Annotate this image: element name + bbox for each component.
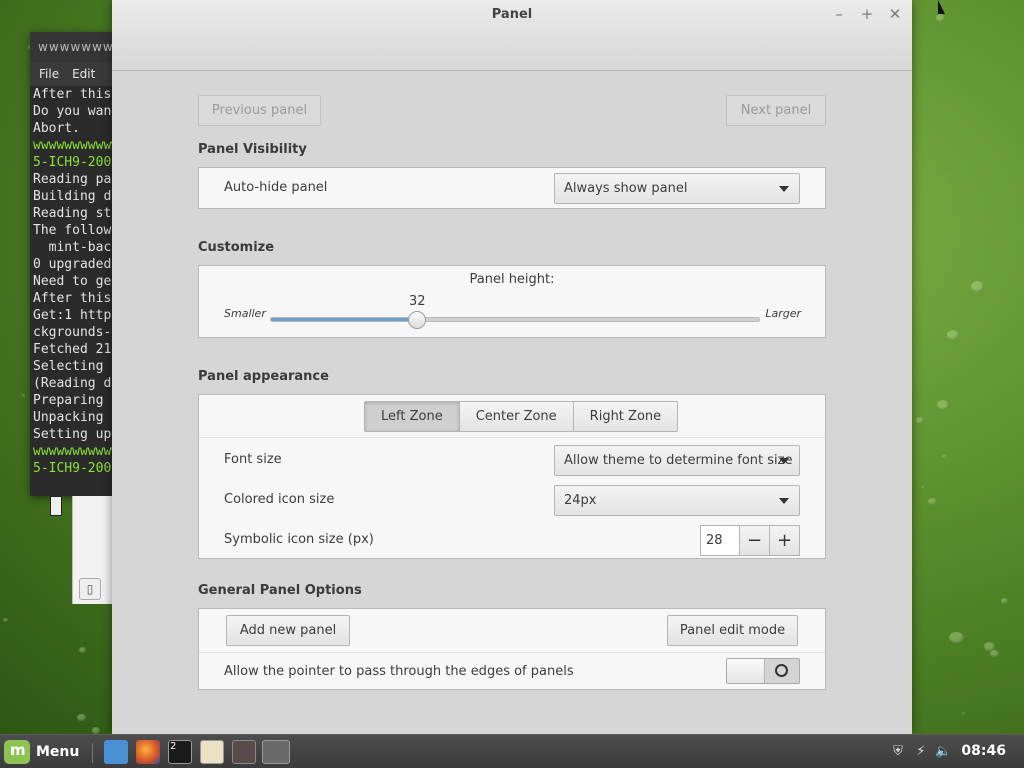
panel-settings-window: Panel – + ✕ Previous panel Next panel Pa… (112, 0, 912, 734)
close-icon[interactable]: ✕ (886, 4, 904, 24)
slider-max-label: Larger (765, 307, 801, 320)
terminal-cursor (50, 496, 62, 516)
symbolic-icon-size-stepper: 28 − + (700, 525, 800, 556)
volume-icon[interactable]: 🔈 (935, 743, 951, 760)
firefox-icon[interactable] (136, 740, 160, 764)
tab-right-zone[interactable]: Right Zone (572, 401, 679, 432)
panel-height-label: Panel height: (469, 272, 555, 287)
slider-min-label: Smaller (224, 307, 266, 320)
terminal-menu-edit[interactable]: Edit (72, 67, 95, 81)
window-list-item[interactable] (232, 740, 256, 764)
colored-icon-size-dropdown[interactable]: 24px (554, 485, 800, 516)
clock[interactable]: 08:46 (961, 743, 1006, 759)
customize-box: Panel height: 32 Smaller Larger (198, 265, 826, 338)
increment-button[interactable]: + (770, 525, 800, 556)
mouse-pointer-icon (938, 0, 945, 14)
colored-icon-size-label: Colored icon size (224, 492, 335, 507)
autohide-value: Always show panel (564, 181, 688, 196)
chevron-down-icon (779, 186, 789, 192)
pointer-pass-label: Allow the pointer to pass through the ed… (224, 664, 574, 679)
text-editor-icon[interactable] (200, 740, 224, 764)
minimize-icon[interactable]: – (830, 4, 848, 24)
settings-content: Previous panel Next panel Panel Visibili… (198, 95, 826, 690)
font-size-value: Allow theme to determine font size (564, 453, 793, 468)
panel-settings-task-icon[interactable] (262, 740, 290, 764)
appearance-box: Left Zone Center Zone Right Zone Font si… (198, 394, 826, 559)
network-icon[interactable]: ⚡ (913, 743, 929, 760)
autohide-dropdown[interactable]: Always show panel (554, 173, 800, 204)
font-size-label: Font size (224, 452, 282, 467)
section-heading-customize: Customize (198, 240, 275, 255)
menu-button[interactable]: Menu (4, 739, 79, 765)
slider-handle[interactable] (408, 311, 426, 329)
shield-icon[interactable]: ⛨ (890, 743, 906, 760)
tab-center-zone[interactable]: Center Zone (458, 401, 574, 432)
mint-logo-icon (4, 740, 30, 764)
panel-edit-mode-button[interactable]: Panel edit mode (667, 615, 798, 646)
divider (199, 652, 825, 653)
sidebar-toggle-icon[interactable]: ▯ (79, 578, 101, 600)
symbolic-icon-size-label: Symbolic icon size (px) (224, 532, 374, 547)
maximize-icon[interactable]: + (858, 4, 876, 24)
taskbar-separator (92, 743, 93, 763)
decrement-button[interactable]: − (740, 525, 770, 556)
autohide-label: Auto-hide panel (224, 180, 328, 195)
add-new-panel-button[interactable]: Add new panel (226, 615, 350, 646)
colored-icon-size-value: 24px (564, 493, 597, 508)
titlebar[interactable]: Panel – + ✕ (112, 0, 912, 71)
file-manager-window[interactable]: ▯ (72, 496, 113, 604)
panel-height-value: 32 (409, 294, 426, 309)
switch-handle (727, 659, 765, 683)
window-title: Panel (491, 7, 533, 22)
terminal-badge: 2 (170, 741, 177, 752)
section-heading-general: General Panel Options (198, 583, 362, 598)
zone-tabs: Left Zone Center Zone Right Zone (364, 401, 679, 432)
chevron-down-icon (779, 498, 789, 504)
general-box: Add new panel Panel edit mode Allow the … (198, 608, 826, 690)
chevron-down-icon (779, 458, 789, 464)
section-heading-appearance: Panel appearance (198, 369, 329, 384)
next-panel-button[interactable]: Next panel (726, 95, 826, 126)
previous-panel-button[interactable]: Previous panel (198, 95, 321, 126)
terminal-icon[interactable]: 2 (168, 740, 192, 764)
taskbar: Menu 2 ⛨ ⚡ 🔈 08:46 (0, 734, 1024, 768)
folder-icon[interactable] (104, 740, 128, 764)
tab-left-zone[interactable]: Left Zone (364, 401, 460, 432)
menu-label: Menu (36, 744, 80, 760)
font-size-dropdown[interactable]: Allow theme to determine font size (554, 445, 800, 476)
divider (199, 437, 825, 438)
panel-height-slider[interactable] (270, 317, 760, 322)
terminal-menu-file[interactable]: File (39, 67, 59, 81)
visibility-box: Auto-hide panel Always show panel (198, 167, 826, 209)
switch-off-icon (775, 664, 788, 677)
pointer-pass-switch[interactable] (726, 658, 800, 684)
slider-fill (271, 318, 418, 321)
nav-row: Previous panel Next panel (198, 95, 826, 126)
symbolic-icon-size-input[interactable]: 28 (700, 525, 740, 556)
section-heading-visibility: Panel Visibility (198, 142, 307, 157)
